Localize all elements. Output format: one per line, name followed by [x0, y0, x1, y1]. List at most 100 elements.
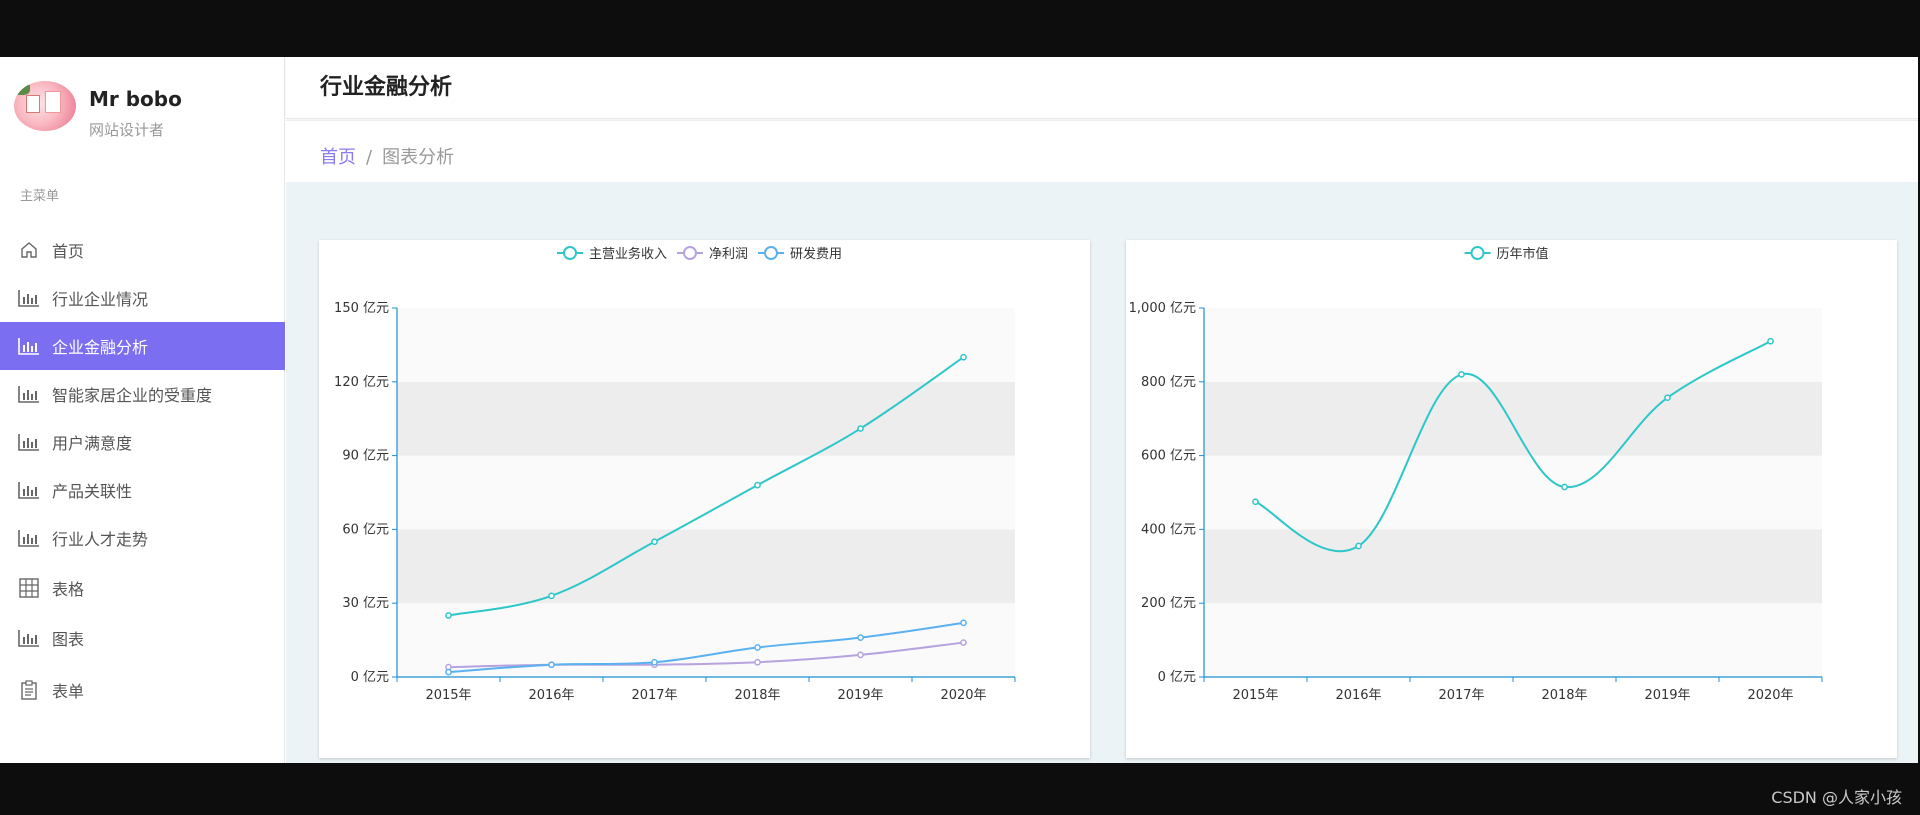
- legend-marker: [563, 246, 577, 260]
- split-area-band: [1204, 308, 1822, 382]
- sidebar-item-finance-analysis[interactable]: 企业金融分析: [0, 322, 285, 370]
- legend-marker: [1470, 246, 1485, 260]
- sidebar-item-home[interactable]: 首页: [0, 226, 285, 274]
- finance-chart-card: 0 亿元 30 亿元 60 亿元 90 亿元 120 亿元 150 亿元 2015年 2016…: [319, 240, 1090, 758]
- bar-chart-icon: [18, 383, 40, 405]
- sidebar-item-label: 用户满意度: [52, 434, 133, 453]
- sidebar-item-label: 产品关联性: [52, 482, 133, 501]
- data-point: [1664, 394, 1671, 402]
- finance-line-chart: 0 亿元 30 亿元 60 亿元 90 亿元 120 亿元 150 亿元 2015年 2016…: [334, 246, 1016, 703]
- sidebar-item-user-satisfaction[interactable]: 用户满意度: [0, 418, 285, 466]
- split-area-band: [397, 529, 1015, 604]
- y-tick-label: 120 亿元: [334, 375, 389, 390]
- legend-marker: [683, 246, 697, 260]
- sidebar-item-product-relevance[interactable]: 产品关联性: [0, 466, 285, 514]
- data-point: [445, 612, 452, 619]
- table-grid-icon: [18, 577, 40, 599]
- bar-chart-icon: [18, 627, 40, 649]
- y-tick-label: 400 亿元: [1141, 522, 1196, 537]
- sidebar-item-label: 企业金融分析: [52, 338, 149, 357]
- app-window: Mr bobo 网站设计者 主菜单 首页 行业企业情况 企业金融分析 智能家居企…: [0, 57, 1918, 763]
- breadcrumb-current: 图表分析: [382, 147, 455, 168]
- bar-chart-icon: [18, 431, 40, 453]
- breadcrumb: 首页 / 图表分析: [286, 120, 1918, 182]
- data-point: [548, 592, 555, 600]
- sidebar-item-label: 图表: [52, 630, 85, 649]
- bar-chart-icon: [18, 287, 40, 309]
- y-tick-label: 200 亿元: [1141, 596, 1196, 611]
- sidebar-item-label: 行业人才走势: [52, 530, 149, 549]
- screen-top-bar: [0, 0, 1920, 57]
- breadcrumb-separator: /: [366, 147, 373, 168]
- avatar[interactable]: [14, 81, 76, 131]
- sidebar-item-industry-overview[interactable]: 行业企业情况: [0, 274, 285, 322]
- screen-bottom-bar: [0, 763, 1920, 815]
- x-tick-label: 2015年: [425, 688, 471, 703]
- page-header: 行业金融分析: [286, 57, 1918, 119]
- x-tick-label: 2017年: [631, 688, 677, 703]
- watermark: CSDN @人家小孩: [1771, 788, 1902, 807]
- sidebar-item-label: 表格: [52, 580, 85, 599]
- page-title: 行业金融分析: [320, 75, 453, 100]
- bar-chart-icon: [18, 527, 40, 549]
- data-point: [445, 668, 452, 676]
- x-tick-label: 2020年: [1747, 688, 1793, 703]
- x-tick-label: 2018年: [1541, 688, 1587, 703]
- legend-label: 研发费用: [790, 246, 842, 262]
- y-tick-label: 90 亿元: [342, 449, 389, 464]
- x-tick-label: 2015年: [1232, 688, 1278, 703]
- data-point: [651, 658, 658, 666]
- sidebar-item-label: 首页: [52, 242, 85, 261]
- content-area: 0 亿元 30 亿元 60 亿元 90 亿元 120 亿元 150 亿元 2015年 2016…: [286, 182, 1918, 763]
- market-value-chart-card: 0 亿元 200 亿元 400 亿元 600 亿元 800 亿元 1,000 亿元 2015…: [1126, 240, 1897, 758]
- data-point: [857, 425, 864, 432]
- sidebar-item-table[interactable]: 表格: [0, 564, 285, 612]
- legend-label: 净利润: [709, 247, 748, 262]
- sidebar-item-label: 表单: [52, 682, 85, 701]
- home-icon: [18, 239, 40, 261]
- sidebar-item-talent-trend[interactable]: 行业人才走势: [0, 514, 285, 562]
- legend-marker: [764, 246, 778, 260]
- x-tick-label: 2018年: [734, 688, 780, 703]
- y-tick-label: 600 亿元: [1141, 449, 1196, 464]
- bar-chart-icon: [18, 479, 40, 501]
- market-value-line-chart: 0 亿元 200 亿元 400 亿元 600 亿元 800 亿元 1,000 亿元 2015…: [1129, 246, 1823, 703]
- sidebar: Mr bobo 网站设计者 主菜单 首页 行业企业情况 企业金融分析 智能家居企…: [0, 57, 285, 763]
- y-tick-label: 150 亿元: [334, 301, 389, 316]
- y-tick-label: 1,000 亿元: [1129, 301, 1196, 316]
- y-tick-label: 800 亿元: [1141, 375, 1196, 390]
- profile-name: Mr bobo: [89, 87, 182, 111]
- x-tick-label: 2017年: [1438, 688, 1484, 703]
- x-tick-label: 2020年: [940, 688, 986, 703]
- sidebar-item-label: 智能家居企业的受重度: [52, 386, 213, 405]
- sidebar-item-form[interactable]: 表单: [0, 666, 285, 714]
- y-tick-label: 0 亿元: [1158, 670, 1196, 685]
- menu-title: 主菜单: [20, 189, 60, 204]
- data-point: [754, 644, 761, 651]
- profile-role: 网站设计者: [89, 121, 165, 139]
- split-area-band: [397, 381, 1015, 456]
- sidebar-item-label: 行业企业情况: [52, 290, 149, 309]
- legend-label: 主营业务收入: [589, 246, 667, 262]
- data-point: [1767, 337, 1774, 345]
- sidebar-item-chart[interactable]: 图表: [0, 614, 285, 662]
- breadcrumb-home-link[interactable]: 首页: [320, 147, 356, 168]
- data-point: [754, 481, 761, 489]
- x-tick-label: 2016年: [1335, 688, 1381, 703]
- legend-label: 历年市值: [1497, 246, 1549, 262]
- data-point: [1252, 498, 1259, 506]
- split-area-band: [1204, 381, 1822, 456]
- bar-chart-icon: [18, 335, 40, 357]
- clipboard-icon: [18, 679, 40, 701]
- data-point: [960, 639, 967, 646]
- sidebar-item-smart-home[interactable]: 智能家居企业的受重度: [0, 370, 285, 418]
- data-point: [960, 619, 967, 627]
- y-tick-label: 0 亿元: [351, 670, 389, 685]
- split-area-band: [397, 308, 1015, 382]
- y-tick-label: 30 亿元: [342, 596, 389, 611]
- data-point: [1561, 483, 1568, 491]
- split-area-band: [1204, 529, 1822, 604]
- data-point: [548, 661, 555, 669]
- split-area-band: [397, 455, 1015, 530]
- split-area-band: [1204, 455, 1822, 530]
